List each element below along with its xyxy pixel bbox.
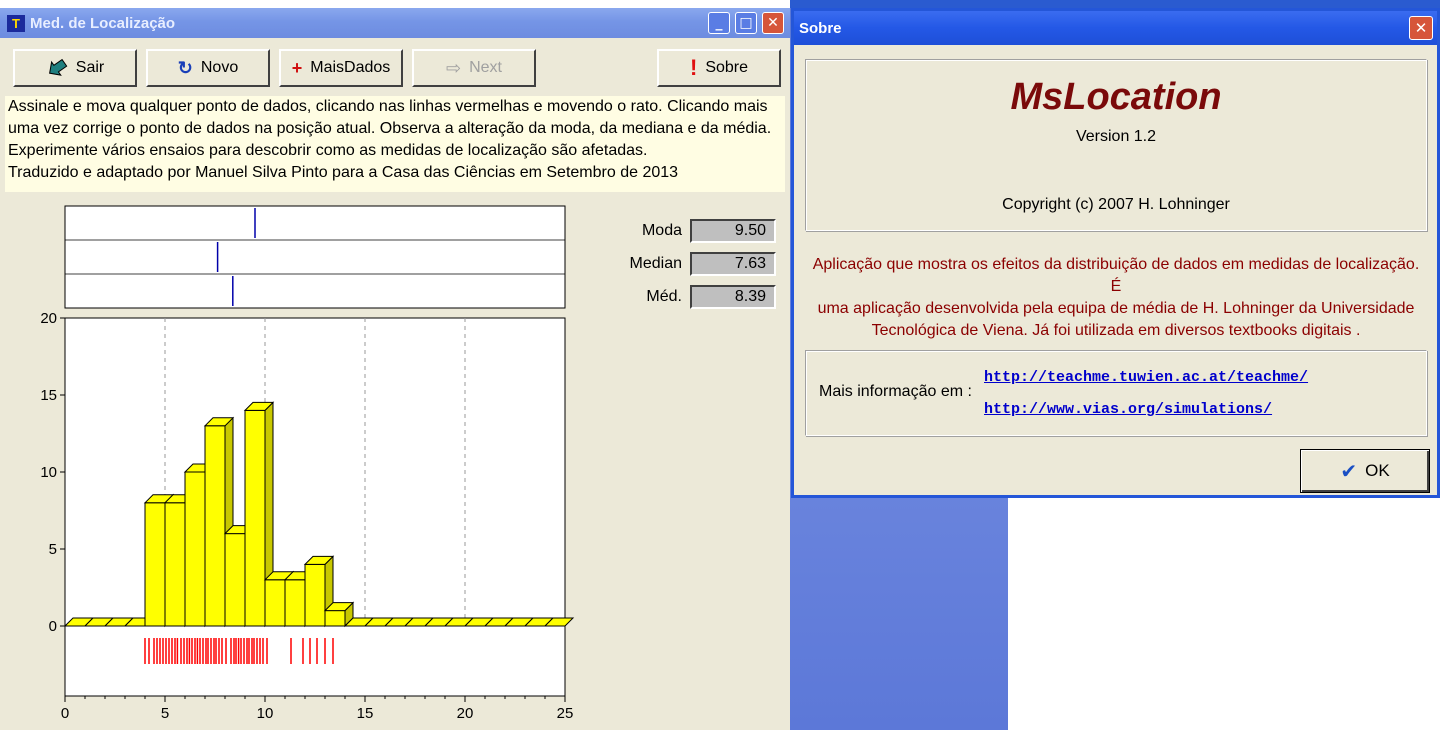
app-icon[interactable]: T — [7, 15, 25, 32]
histogram-bar — [184, 471, 206, 627]
close-icon[interactable]: ✕ — [1409, 16, 1433, 40]
version-text: Version 1.2 — [1075, 128, 1157, 145]
minimize-icon[interactable]: _ — [708, 12, 730, 34]
moda-value: 9.50 — [690, 219, 776, 243]
sair-button[interactable]: Sair — [13, 49, 137, 87]
histogram-bar — [144, 502, 166, 627]
instruction-line: Traduzido e adaptado por Manuel Silva Pi… — [8, 164, 679, 181]
app-info-group: MsLocation Version 1.2 Copyright (c) 200… — [805, 59, 1427, 231]
description-text: Aplicação que mostra os efeitos da distr… — [808, 254, 1424, 342]
marker-panel — [64, 205, 566, 309]
x-tick-label: 5 — [161, 705, 169, 722]
histogram-bar — [224, 533, 246, 627]
dialog-title: Sobre — [799, 20, 842, 37]
x-tick-label: 20 — [457, 705, 474, 722]
app-name: MsLocation — [1010, 76, 1222, 118]
plus-icon: + — [291, 58, 303, 78]
y-tick-label: 0 — [49, 618, 57, 635]
sobre-label: Sobre — [705, 59, 749, 76]
close-icon[interactable]: ✕ — [762, 12, 784, 34]
chart-panel: 0 5 10 15 20 0 5 10 15 20 25 Moda 9.50 Median 7.63… — [5, 194, 785, 728]
next-arrow-icon: ⇨ — [446, 58, 462, 78]
checkmark-icon: ✔ — [1340, 459, 1358, 483]
next-button[interactable]: ⇨ Next — [412, 49, 536, 87]
histogram-bar — [244, 409, 266, 627]
description-line: Tecnológica de Viena. Já foi utilizada e… — [871, 322, 1361, 339]
exclamation-icon: ! — [689, 55, 698, 80]
maximize-icon[interactable]: □ — [735, 12, 757, 34]
median-label: Median — [629, 255, 682, 272]
window-title: Med. de Localização — [30, 15, 176, 32]
sobre-button[interactable]: ! Sobre — [657, 49, 781, 87]
histogram-bar — [264, 579, 286, 627]
next-label: Next — [469, 59, 502, 76]
ok-label: OK — [1365, 461, 1390, 480]
exit-arrow-icon — [46, 56, 68, 81]
histogram-bar — [164, 502, 186, 627]
more-info-group: Mais informação em : http://teachme.tuwi… — [805, 350, 1427, 436]
x-tick-label: 10 — [257, 705, 274, 722]
instructions-panel: Assinale e mova qualquer ponto de dados,… — [5, 96, 785, 192]
instruction-line: uma vez corrige o ponto de dados na posi… — [8, 120, 772, 137]
description-line: Aplicação que mostra os efeitos da distr… — [812, 256, 1420, 295]
novo-label: Novo — [200, 59, 239, 76]
plot-area — [64, 317, 566, 697]
x-tick-label: 15 — [357, 705, 374, 722]
histogram-bar — [304, 563, 326, 627]
teachme-link[interactable]: http://teachme.tuwien.ac.at/teachme/ — [984, 369, 1308, 386]
y-tick-label: 20 — [40, 310, 57, 327]
more-info-label: Mais informação em : — [819, 383, 972, 400]
median-value: 7.63 — [690, 252, 776, 276]
moda-label: Moda — [641, 222, 682, 239]
y-tick-label: 10 — [40, 464, 57, 481]
main-titlebar[interactable]: T Med. de Localização _ □ ✕ — [0, 8, 790, 38]
mean-label: Méd. — [646, 288, 682, 305]
about-dialog: Sobre ✕ MsLocation Version 1.2 Copyright… — [791, 8, 1440, 498]
y-tick-label: 5 — [49, 541, 57, 558]
description-line: uma aplicação desenvolvida pela equipa d… — [817, 300, 1415, 317]
mean-value: 8.39 — [690, 285, 776, 309]
instruction-line: Experimente vários ensaios para descobri… — [8, 142, 648, 159]
background-window-titlebar — [790, 0, 1440, 8]
vias-link[interactable]: http://www.vias.org/simulations/ — [984, 401, 1272, 418]
dialog-titlebar[interactable]: Sobre ✕ — [794, 11, 1437, 45]
y-tick-label: 15 — [40, 387, 57, 404]
histogram-chart[interactable]: 0 5 10 15 20 0 5 10 15 20 25 — [5, 194, 625, 724]
novo-button[interactable]: ↻ Novo — [146, 49, 270, 87]
histogram-bar — [204, 425, 226, 627]
maisdados-label: MaisDados — [310, 59, 391, 76]
copyright-text: Copyright (c) 2007 H. Lohninger — [1002, 196, 1230, 213]
refresh-icon: ↻ — [177, 58, 193, 78]
sair-label: Sair — [75, 59, 105, 76]
x-tick-label: 0 — [61, 705, 69, 722]
instruction-line: Assinale e mova qualquer ponto de dados,… — [8, 98, 768, 115]
ok-button[interactable]: ✔ OK — [1300, 449, 1430, 493]
histogram-bar — [324, 610, 346, 627]
toolbar: Sair ↻ Novo + MaisDados ⇨ Next ! Sobre — [0, 38, 790, 94]
main-window: T Med. de Localização _ □ ✕ Sair ↻ Novo … — [0, 8, 790, 730]
maisdados-button[interactable]: + MaisDados — [279, 49, 403, 87]
histogram-bar — [284, 579, 306, 627]
x-tick-label: 25 — [557, 705, 574, 722]
